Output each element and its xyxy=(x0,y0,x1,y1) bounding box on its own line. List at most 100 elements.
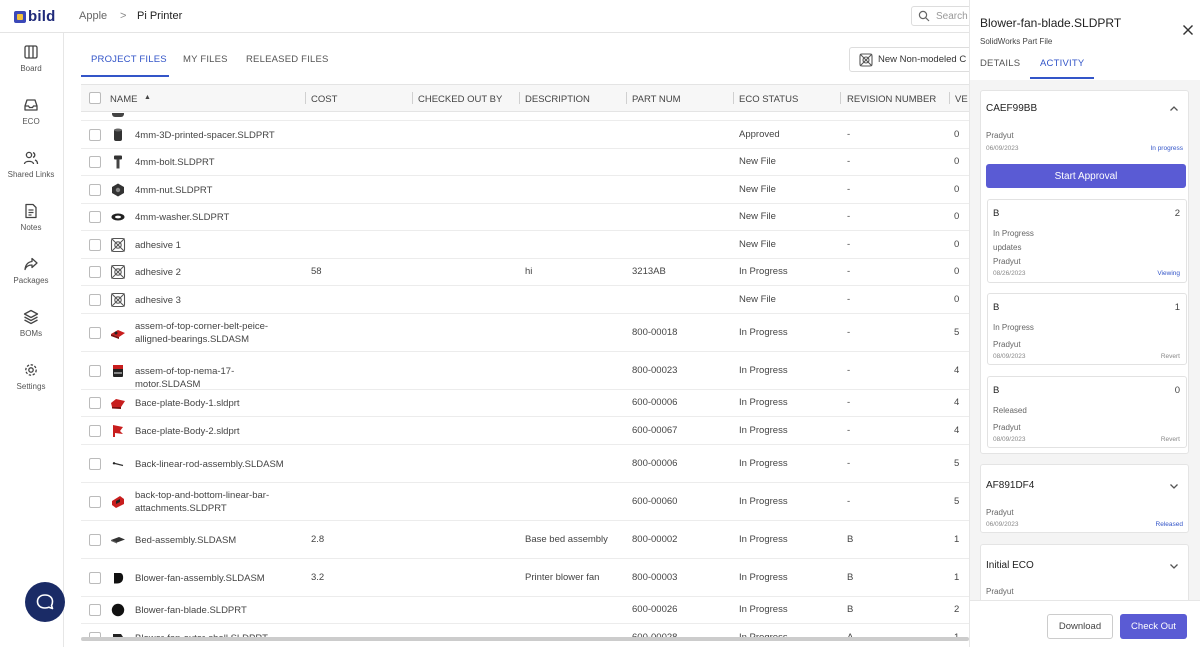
row-checkbox[interactable] xyxy=(89,604,101,617)
column-divider[interactable] xyxy=(626,92,627,104)
table-row[interactable]: Bed-assembly.SLDASM 2.8 Base bed assembly 8… xyxy=(81,520,969,559)
table-row[interactable]: adhesive 3 New File - 0 xyxy=(81,286,969,314)
table-row[interactable]: assem-of-top-corner-belt-peice-alligned-… xyxy=(81,313,969,352)
sidebar-item-packages[interactable]: Packages xyxy=(0,256,62,285)
table-row[interactable]: Bace-plate-Body-2.sldprt 600-00067 In Prog… xyxy=(81,417,969,445)
sidebar-item-eco[interactable]: ECO xyxy=(0,97,62,126)
row-checkbox[interactable] xyxy=(89,183,101,196)
column-divider[interactable] xyxy=(305,92,306,104)
column-header-revision-number[interactable]: REVISION NUMBER xyxy=(847,94,936,105)
table-row[interactable]: 4mm-nut.SLDPRT New File - 0 xyxy=(81,176,969,204)
column-divider[interactable] xyxy=(412,92,413,104)
sidebar-item-shared-links[interactable]: Shared Links xyxy=(0,150,62,179)
eco-card[interactable]: AF891DF4 Pradyut 06/09/2023 Released xyxy=(980,464,1189,533)
activity-list[interactable]: CAEF99BB Pradyut 06/09/2023 In progress … xyxy=(970,80,1200,600)
column-header-description[interactable]: DESCRIPTION xyxy=(525,94,590,105)
table-row[interactable]: adhesive 1 New File - 0 xyxy=(81,231,969,259)
select-all-checkbox[interactable] xyxy=(89,92,101,104)
revision-card[interactable]: B 0 Released Pradyut 08/09/2023 Revert xyxy=(987,376,1187,448)
row-checkbox[interactable] xyxy=(89,397,101,410)
row-checkbox[interactable] xyxy=(89,238,101,251)
tab-released-files[interactable]: RELEASED FILES xyxy=(246,54,329,65)
file-name[interactable]: 4mm-nut.SLDPRT xyxy=(135,184,295,197)
file-name[interactable]: 4mm-bolt.SLDPRT xyxy=(135,156,295,169)
chat-support-button[interactable] xyxy=(25,582,65,622)
row-checkbox[interactable] xyxy=(89,571,101,584)
row-checkbox[interactable] xyxy=(89,293,101,306)
eco-status: In progress xyxy=(1150,145,1183,152)
table-row-partial[interactable] xyxy=(81,113,969,121)
revision-card[interactable]: B 2 In Progress updates Pradyut 08/26/20… xyxy=(987,199,1187,283)
chevron-down-icon[interactable] xyxy=(1169,481,1179,491)
row-checkbox[interactable] xyxy=(89,495,101,508)
file-name[interactable]: Blower-fan-blade.SLDPRT xyxy=(135,604,295,617)
breadcrumb-workspace[interactable]: Apple xyxy=(79,10,107,22)
tab-my-files[interactable]: MY FILES xyxy=(183,54,228,65)
file-name[interactable]: adhesive 3 xyxy=(135,294,295,307)
file-name[interactable]: 4mm-washer.SLDPRT xyxy=(135,211,295,224)
revert-link[interactable]: Revert xyxy=(1161,436,1180,443)
tab-project-files[interactable]: PROJECT FILES xyxy=(91,54,167,65)
eco-card[interactable]: Initial ECO Pradyut xyxy=(980,544,1189,600)
revision-card[interactable]: B 1 In Progress Pradyut 08/09/2023 Rever… xyxy=(987,293,1187,365)
sidebar-item-notes[interactable]: Notes xyxy=(0,203,62,232)
table-row[interactable]: 4mm-bolt.SLDPRT New File - 0 xyxy=(81,148,969,176)
table-row[interactable]: 4mm-3D-printed-spacer.SLDPRT Approved - 0 xyxy=(81,121,969,149)
row-checkbox[interactable] xyxy=(89,533,101,546)
file-name[interactable]: Back-linear-rod-assembly.SLDASM xyxy=(135,458,295,471)
file-name[interactable]: back-top-and-bottom-linear-bar-attachmen… xyxy=(135,489,295,515)
revert-link[interactable]: Revert xyxy=(1161,353,1180,360)
table-row[interactable]: Bace-plate-Body-1.sldprt 600-00006 In Prog… xyxy=(81,389,969,417)
table-row[interactable]: adhesive 2 58 hi 3213AB In Progress - 0 xyxy=(81,258,969,286)
row-checkbox[interactable] xyxy=(89,326,101,339)
panel-tab-details[interactable]: DETAILS xyxy=(980,58,1020,69)
sidebar-item-board[interactable]: Board xyxy=(0,44,62,73)
column-divider[interactable] xyxy=(949,92,950,104)
row-checkbox[interactable] xyxy=(89,156,101,169)
table-row[interactable]: back-top-and-bottom-linear-bar-attachmen… xyxy=(81,482,969,521)
bild-logo[interactable]: bild xyxy=(14,8,55,25)
file-name[interactable]: Bace-plate-Body-1.sldprt xyxy=(135,397,295,410)
download-button[interactable]: Download xyxy=(1047,614,1113,639)
file-name[interactable]: adhesive 2 xyxy=(135,266,295,279)
table-row[interactable]: Blower-fan-blade.SLDPRT 600-00026 In Progr… xyxy=(81,596,969,624)
file-name[interactable]: assem-of-top-corner-belt-peice-alligned-… xyxy=(135,320,295,346)
sidebar-item-boms[interactable]: BOMs xyxy=(0,309,62,338)
chevron-down-icon[interactable] xyxy=(1169,561,1179,571)
file-name[interactable]: 4mm-3D-printed-spacer.SLDPRT xyxy=(135,129,295,142)
file-name[interactable]: adhesive 1 xyxy=(135,239,295,252)
table-row[interactable]: Back-linear-rod-assembly.SLDASM 800-00006… xyxy=(81,444,969,483)
row-checkbox[interactable] xyxy=(89,364,101,377)
file-name[interactable]: Bed-assembly.SLDASM xyxy=(135,534,295,547)
check-out-button[interactable]: Check Out xyxy=(1120,614,1187,639)
row-checkbox[interactable] xyxy=(89,128,101,141)
file-name[interactable]: assem-of-top-nema-17-motor.SLDASM xyxy=(135,365,295,391)
column-header-part-num[interactable]: PART NUM xyxy=(632,94,681,105)
table-row[interactable]: Blower-fan-assembly.SLDASM 3.2 Printer blo… xyxy=(81,558,969,597)
file-name[interactable]: Bace-plate-Body-2.sldprt xyxy=(135,425,295,438)
panel-tab-activity[interactable]: ACTIVITY xyxy=(1040,58,1084,69)
new-non-modeled-button[interactable]: New Non-modeled C xyxy=(849,47,974,72)
sidebar-item-settings[interactable]: Settings xyxy=(0,362,62,391)
sort-ascending-icon[interactable]: ▲ xyxy=(144,94,151,101)
revision-letter: B xyxy=(993,208,1000,219)
table-row[interactable]: 4mm-washer.SLDPRT New File - 0 xyxy=(81,203,969,231)
column-divider[interactable] xyxy=(840,92,841,104)
column-header-name[interactable]: NAME xyxy=(110,94,137,105)
close-icon[interactable] xyxy=(1182,24,1194,36)
column-divider[interactable] xyxy=(519,92,520,104)
chevron-up-icon[interactable] xyxy=(1169,104,1179,114)
row-checkbox[interactable] xyxy=(89,266,101,279)
column-header-version[interactable]: VE xyxy=(955,94,968,105)
row-checkbox[interactable] xyxy=(89,424,101,437)
row-checkbox[interactable] xyxy=(89,211,101,224)
row-checkbox[interactable] xyxy=(89,457,101,470)
column-header-checked-out-by[interactable]: CHECKED OUT BY xyxy=(418,94,502,105)
horizontal-scrollbar[interactable] xyxy=(81,637,969,641)
table-row[interactable]: assem-of-top-nema-17-motor.SLDASM 800-000… xyxy=(81,351,969,391)
file-name[interactable]: Blower-fan-assembly.SLDASM xyxy=(135,572,295,585)
column-divider[interactable] xyxy=(733,92,734,104)
column-header-cost[interactable]: COST xyxy=(311,94,337,105)
start-approval-button[interactable]: Start Approval xyxy=(986,164,1186,188)
column-header-eco-status[interactable]: ECO STATUS xyxy=(739,94,798,105)
